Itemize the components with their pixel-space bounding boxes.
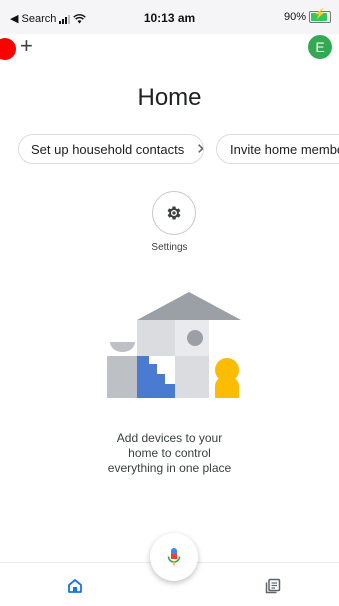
gear-icon (167, 206, 181, 220)
empty-home-illustration (107, 292, 241, 398)
status-bar: ◀ Search 10:13 am 90% ⚡ (0, 0, 339, 34)
battery-percent: 90% (283, 11, 306, 23)
chip-label: Invite home member (230, 141, 339, 157)
mic-icon (167, 548, 181, 566)
household-contacts-chip[interactable]: Set up household contacts ✕ (18, 134, 204, 164)
assistant-mic-button[interactable] (150, 533, 198, 581)
empty-state-message: Add devices to your home to control ever… (0, 431, 339, 476)
battery-icon: ⚡ (309, 9, 331, 23)
empty-state-line: Add devices to your (116, 431, 223, 445)
status-right: 90% ⚡ (283, 9, 331, 23)
settings-button[interactable] (152, 191, 196, 235)
recording-indicator-dot (0, 38, 16, 60)
account-avatar[interactable]: E (308, 35, 332, 59)
empty-state-line: home to control (128, 446, 211, 460)
nav-home-tab[interactable] (63, 574, 87, 598)
add-button[interactable]: + (20, 35, 33, 57)
chip-label: Set up household contacts (31, 141, 185, 157)
feed-icon (265, 578, 281, 594)
home-screen: ◀ Search 10:13 am 90% ⚡ + E Home Set up … (0, 0, 339, 606)
page-title: Home (137, 84, 202, 111)
empty-state-line: everything in one place (107, 461, 232, 475)
home-icon (68, 579, 82, 593)
settings-label: Settings (151, 242, 188, 253)
invite-home-member-chip[interactable]: Invite home member (216, 134, 339, 164)
close-icon[interactable]: ✕ (196, 140, 203, 158)
nav-feed-tab[interactable] (261, 574, 285, 598)
